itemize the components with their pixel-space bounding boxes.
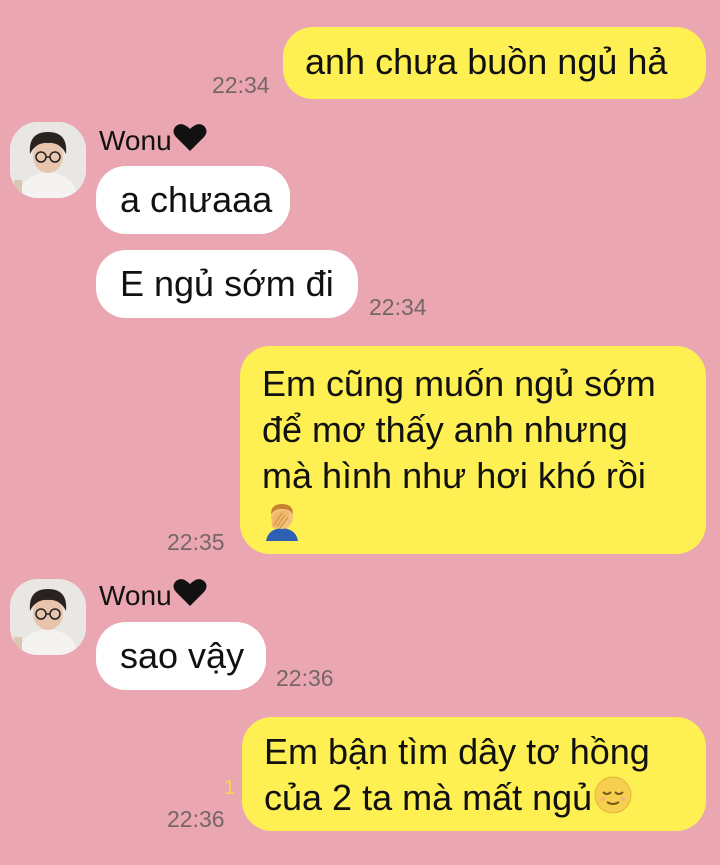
message-4-time: 22:35 [167, 529, 225, 555]
message-bubble-5[interactable]: sao vậy [96, 622, 266, 690]
message-line: Em cũng muốn ngủ sớm [262, 363, 656, 404]
message-5-time: 22:36 [276, 665, 334, 691]
message-6-time: 22:36 [167, 806, 225, 832]
black-heart-icon [173, 122, 207, 159]
message-bubble-4[interactable]: Em cũng muốn ngủ sớm để mơ thấy anh nhưn… [240, 346, 706, 554]
message-line: của 2 ta mà mất ngủ [264, 775, 706, 826]
message-3-time: 22:34 [369, 294, 427, 320]
unread-count: 1 [224, 777, 236, 799]
message-line: để mơ thấy anh nhưng [262, 409, 628, 450]
message-bubble-2[interactable]: a chưaaa [96, 166, 290, 234]
message-1-time: 22:34 [212, 72, 270, 98]
message-bubble-3[interactable]: E ngủ sớm đi [96, 250, 358, 318]
message-line: mà hình như hơi khó rồi [262, 455, 646, 496]
sender-name: Wonu [99, 122, 207, 159]
message-bubble-1[interactable]: anh chưa buồn ngủ hả [283, 27, 706, 99]
message-text: sao vậy [120, 635, 245, 676]
message-line: Em bận tìm dây tơ hồng [264, 731, 650, 772]
black-heart-icon [173, 577, 207, 614]
message-text: E ngủ sớm đi [120, 263, 334, 304]
message-bubble-6[interactable]: Em bận tìm dây tơ hồng của 2 ta mà mất n… [242, 717, 706, 831]
sender-name: Wonu [99, 577, 207, 614]
message-text: a chưaaa [120, 179, 273, 220]
avatar[interactable] [10, 122, 86, 198]
avatar[interactable] [10, 579, 86, 655]
face-palm-emoji [262, 501, 302, 552]
message-text: anh chưa buồn ngủ hả [305, 41, 668, 82]
relieved-face-emoji [593, 775, 633, 826]
